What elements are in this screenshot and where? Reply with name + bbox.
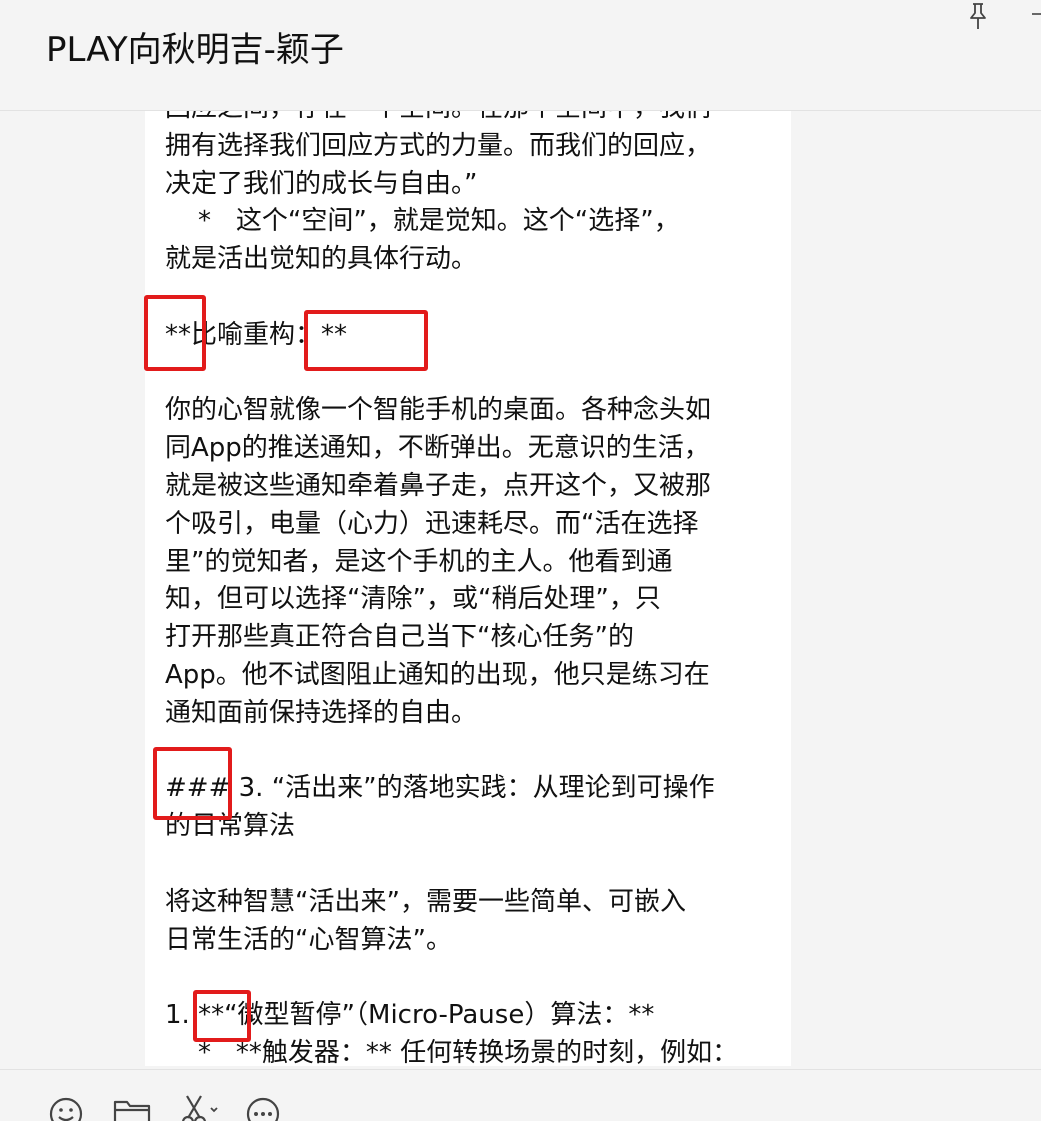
input-toolbar — [0, 1069, 1041, 1121]
pin-icon[interactable] — [966, 2, 990, 30]
chat-window: PLAY向秋明吉-颖子 回应之间，存在一个空间。在那个空间中，我们 拥有选择我们… — [0, 0, 1041, 1121]
message-line: App。他不试图阻止通知的出现，他只是练习在 — [165, 659, 710, 690]
chat-title: PLAY向秋明吉-颖子 — [46, 30, 344, 70]
highlight-box — [193, 990, 251, 1042]
message-line: 1. **“微型暂停”（Micro-Pause）算法：** — [165, 1000, 655, 1031]
message-line: 就是被这些通知牵着鼻子走，点开这个，又被那 — [165, 470, 712, 501]
message-line: 决定了我们的成长与自由。” — [165, 168, 478, 199]
message-line: 里”的觉知者，是这个手机的主人。他看到通 — [165, 546, 673, 577]
message-line: 同App的推送通知，不断弹出。无意识的生活， — [165, 433, 710, 464]
highlight-box — [304, 310, 428, 371]
scissors-icon[interactable] — [178, 1094, 218, 1121]
message-line: **比喻重构：** — [165, 319, 348, 350]
message-bubble[interactable]: 回应之间，存在一个空间。在那个空间中，我们 拥有选择我们回应方式的力量。而我们的… — [145, 111, 791, 1066]
message-area[interactable]: 回应之间，存在一个空间。在那个空间中，我们 拥有选择我们回应方式的力量。而我们的… — [0, 111, 1041, 1069]
title-bar: PLAY向秋明吉-颖子 — [0, 0, 1041, 111]
message-line: 个吸引，电量（心力）迅速耗尽。而“活在选择 — [165, 508, 699, 539]
message-line: 日常生活的“心智算法”。 — [165, 924, 452, 955]
message-line: 拥有选择我们回应方式的力量。而我们的回应， — [165, 130, 712, 161]
message-line: ### 3. “活出来”的落地实践：从理论到可操作 — [165, 773, 715, 804]
more-icon[interactable] — [244, 1094, 284, 1121]
folder-icon[interactable] — [112, 1094, 152, 1121]
message-line: 将这种智慧“活出来”，需要一些简单、可嵌入 — [165, 886, 686, 917]
highlight-box — [153, 747, 232, 820]
message-line: * 这个“空间”，就是觉知。这个“选择”， — [165, 206, 680, 237]
message-line: 回应之间，存在一个空间。在那个空间中，我们 — [165, 111, 765, 128]
message-line: * **触发器：** 任何转换场景的时刻，例如： — [165, 1037, 739, 1066]
emoji-icon[interactable] — [46, 1094, 86, 1121]
highlight-box — [144, 295, 206, 371]
message-line: 知，但可以选择“清除”，或“稍后处理”，只 — [165, 584, 661, 615]
message-text: 回应之间，存在一个空间。在那个空间中，我们 拥有选择我们回应方式的力量。而我们的… — [165, 111, 765, 1066]
message-line: 打开那些真正符合自己当下“核心任务”的 — [165, 622, 634, 653]
message-line: 你的心智就像一个智能手机的桌面。各种念头如 — [165, 395, 712, 426]
minimize-icon[interactable] — [1030, 2, 1041, 22]
message-line: 通知面前保持选择的自由。 — [165, 697, 478, 728]
message-line: 就是活出觉知的具体行动。 — [165, 244, 478, 275]
message-line: 的日常算法 — [165, 811, 296, 842]
